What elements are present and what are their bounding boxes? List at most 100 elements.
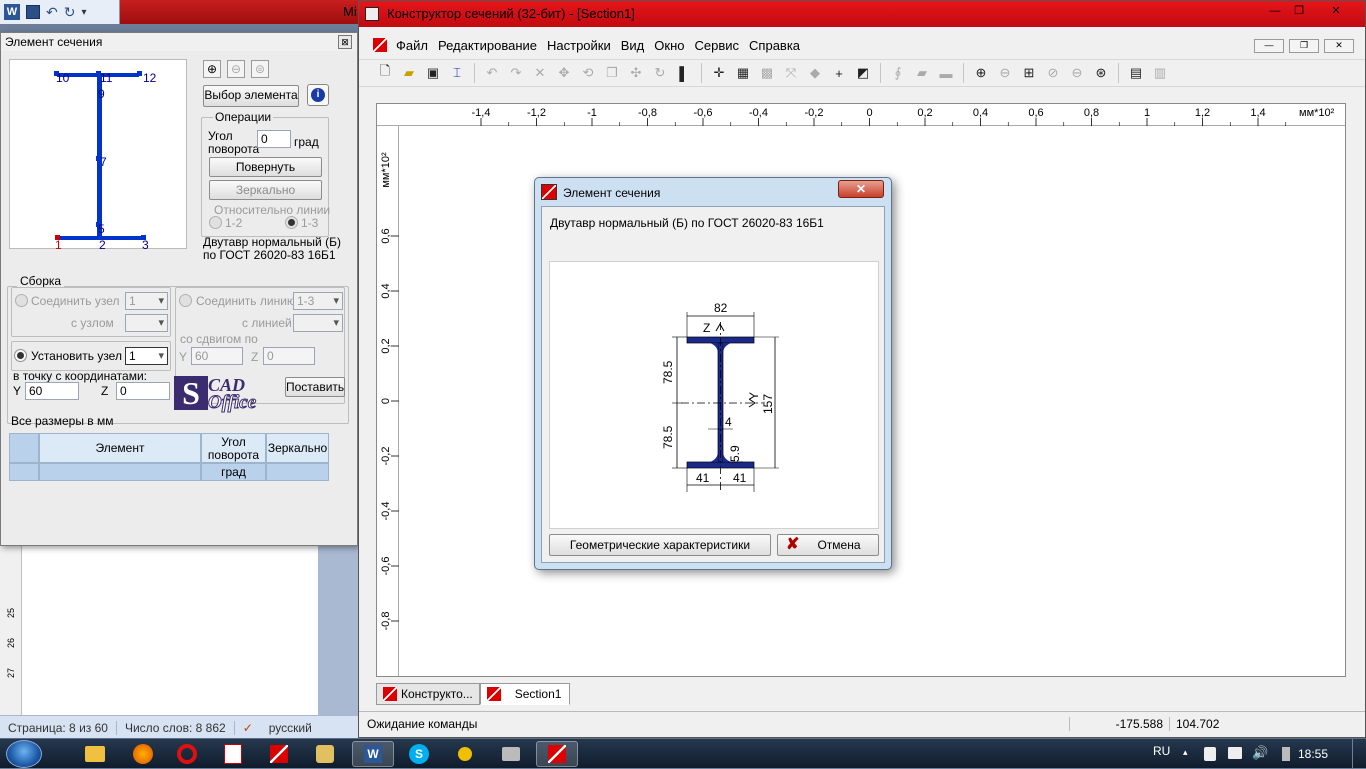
- zoom-in-icon[interactable]: ⊕: [203, 60, 221, 78]
- taskbar-explorer-icon[interactable]: [74, 741, 116, 767]
- grid-icon[interactable]: ▦: [733, 63, 753, 83]
- show-desktop-button[interactable]: [1352, 739, 1366, 769]
- taskbar-word-icon[interactable]: W: [352, 741, 394, 767]
- bar-icon[interactable]: ▬: [936, 63, 956, 83]
- cancel-button[interactable]: ✘ Отмена: [777, 534, 879, 556]
- taskbar-scad-icon[interactable]: [258, 741, 300, 767]
- connect-node-select[interactable]: 1: [125, 292, 168, 310]
- table-cell[interactable]: град: [201, 463, 266, 481]
- mirror-button[interactable]: Зеркально: [209, 180, 322, 200]
- save-icon[interactable]: ▣: [423, 63, 443, 83]
- menu-help[interactable]: Справка: [744, 38, 805, 53]
- zoom-fit-icon[interactable]: ⊜: [251, 60, 269, 78]
- word-language[interactable]: русский: [261, 721, 320, 735]
- taskbar-app-icon[interactable]: [212, 741, 254, 767]
- properties-icon[interactable]: ▤: [1126, 63, 1146, 83]
- tray-power-icon[interactable]: [1282, 747, 1290, 761]
- taskbar-firefox-icon[interactable]: [122, 741, 164, 767]
- rotate-button[interactable]: Повернуть: [209, 157, 322, 177]
- clock[interactable]: 18:55: [1298, 747, 1328, 761]
- start-button[interactable]: [6, 740, 42, 768]
- table-header-mirror[interactable]: Зеркально: [266, 433, 329, 463]
- redo-icon[interactable]: ↷: [506, 63, 526, 83]
- undo-icon[interactable]: ↶: [46, 4, 58, 21]
- grid-snap-icon[interactable]: ▩: [757, 63, 777, 83]
- set-node-radio[interactable]: [14, 349, 27, 362]
- table-cell[interactable]: [266, 463, 329, 481]
- word-page-count[interactable]: Страница: 8 из 60: [0, 720, 117, 735]
- maximize-button[interactable]: ❐: [1286, 4, 1312, 21]
- volume-icon[interactable]: 🔊: [1252, 745, 1268, 761]
- marker-icon[interactable]: ▌: [674, 63, 694, 83]
- connect-line-select[interactable]: 1-3: [293, 292, 343, 310]
- menu-edit[interactable]: Редактирование: [433, 38, 542, 53]
- mdi-child-icon[interactable]: [373, 38, 387, 52]
- table-header-element[interactable]: Элемент: [39, 433, 201, 463]
- zoom-out-icon[interactable]: ⊖: [227, 60, 245, 78]
- taskbar-network-icon[interactable]: [490, 741, 532, 767]
- undo-icon[interactable]: ↶: [482, 63, 502, 83]
- table-corner[interactable]: [9, 433, 39, 463]
- language-indicator[interactable]: RU: [1153, 744, 1170, 758]
- connect-node-radio[interactable]: [15, 294, 28, 307]
- node-icon[interactable]: ✛: [709, 63, 729, 83]
- zoom-next-icon[interactable]: ⊖: [1067, 63, 1087, 83]
- report-icon[interactable]: ▥: [1150, 63, 1170, 83]
- zoom-window-icon[interactable]: ⊞: [1019, 63, 1039, 83]
- place-button[interactable]: Поставить: [285, 377, 345, 397]
- point-icon[interactable]: ◆: [805, 63, 825, 83]
- redo-icon[interactable]: ↻: [64, 4, 76, 21]
- customize-qat-icon[interactable]: ▾: [81, 7, 86, 18]
- save-icon[interactable]: [26, 5, 40, 19]
- menu-service[interactable]: Сервис: [690, 38, 745, 53]
- relative-1-3-radio[interactable]: [285, 216, 298, 229]
- shift-z-input[interactable]: 0: [263, 347, 315, 365]
- menu-window[interactable]: Окно: [649, 38, 689, 53]
- zoom-all-icon[interactable]: ⊛: [1091, 63, 1111, 83]
- info-button[interactable]: i: [307, 84, 329, 106]
- relative-1-2-radio[interactable]: [209, 216, 222, 229]
- app-icon[interactable]: [365, 7, 379, 21]
- close-button[interactable]: ⊠: [338, 35, 352, 49]
- taskbar-utility-icon[interactable]: [444, 741, 486, 767]
- menu-view[interactable]: Вид: [616, 38, 650, 53]
- geometric-properties-button[interactable]: Геометрические характеристики: [549, 534, 771, 556]
- y-coord-input[interactable]: 60: [25, 382, 79, 400]
- menu-settings[interactable]: Настройки: [542, 38, 616, 53]
- plate-icon[interactable]: ▰: [912, 63, 932, 83]
- copy-icon[interactable]: ❐: [602, 63, 622, 83]
- shape-icon[interactable]: ◩: [853, 63, 873, 83]
- zoom-prev-icon[interactable]: ⊘: [1043, 63, 1063, 83]
- shift-y-input[interactable]: 60: [191, 347, 243, 365]
- zoom-out-icon[interactable]: ⊖: [995, 63, 1015, 83]
- mdi-close-button[interactable]: ✕: [1324, 39, 1354, 53]
- snap-icon[interactable]: ⤧: [781, 63, 801, 83]
- table-header-angle[interactable]: Угол поворота: [201, 433, 266, 463]
- with-line-select[interactable]: [293, 314, 343, 332]
- close-button[interactable]: ✕: [1314, 4, 1358, 21]
- taskbar-constructor-icon[interactable]: [536, 741, 578, 767]
- connect-line-radio[interactable]: [179, 294, 192, 307]
- refresh-icon[interactable]: ↻: [650, 63, 670, 83]
- table-cell[interactable]: [39, 463, 201, 481]
- rotate-icon[interactable]: ⟲: [578, 63, 598, 83]
- set-node-select[interactable]: 1: [125, 347, 168, 365]
- word-app-icon[interactable]: W: [4, 4, 20, 20]
- tray-expand-icon[interactable]: ▴: [1183, 747, 1188, 758]
- new-file-icon[interactable]: 🗋: [375, 63, 395, 83]
- mdi-restore-button[interactable]: ❐: [1289, 39, 1319, 53]
- tray-device-icon[interactable]: [1204, 747, 1216, 761]
- taskbar-tool-icon[interactable]: [304, 741, 346, 767]
- dialog-close-button[interactable]: ✕: [838, 180, 884, 198]
- section-icon[interactable]: ⌶: [447, 63, 467, 83]
- minimize-button[interactable]: —: [1262, 4, 1288, 21]
- steel-icon[interactable]: ∮: [888, 63, 908, 83]
- tab-constructor[interactable]: Конструкто...: [376, 683, 480, 705]
- tray-action-center-icon[interactable]: [1228, 747, 1242, 759]
- zoom-in-icon[interactable]: ⊕: [971, 63, 991, 83]
- taskbar-opera-icon[interactable]: [166, 741, 208, 767]
- move-icon[interactable]: ✥: [554, 63, 574, 83]
- table-row-head[interactable]: [9, 463, 39, 481]
- pan-icon[interactable]: ✣: [626, 63, 646, 83]
- word-word-count[interactable]: Число слов: 8 862: [117, 720, 235, 735]
